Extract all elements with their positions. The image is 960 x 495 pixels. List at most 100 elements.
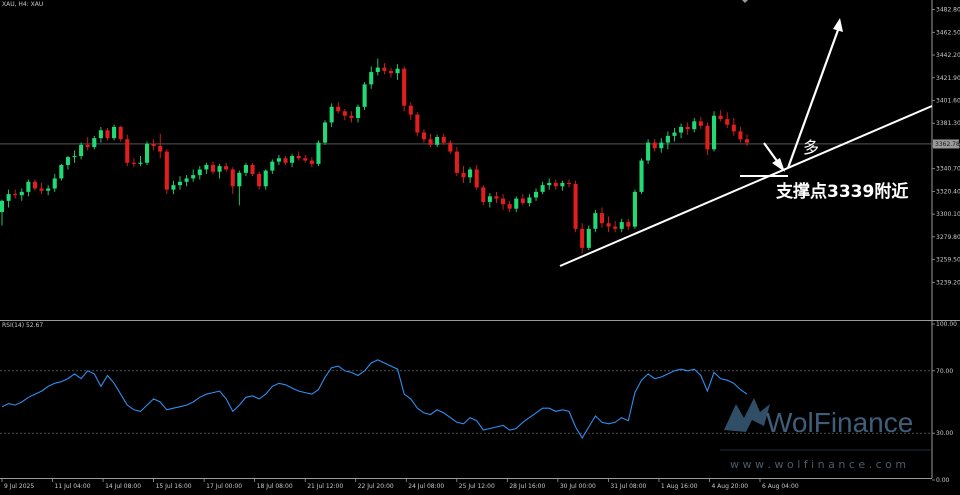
- candle-bear: [507, 204, 512, 209]
- candle-bull: [217, 166, 222, 172]
- candle-bull: [672, 132, 677, 136]
- candle-bear: [151, 143, 156, 146]
- time-tick-label: 15 Jul 16:00: [156, 483, 192, 490]
- candle-bear: [731, 124, 736, 132]
- price-tick-label: 3421.90: [936, 75, 960, 82]
- watermark-brand: WolFinance: [766, 407, 913, 438]
- candle-bear: [210, 164, 216, 172]
- candle-bear: [224, 166, 229, 170]
- time-tick-label: 6 Aug 04:00: [762, 483, 799, 490]
- candle-bull: [395, 68, 400, 74]
- candle-bull: [46, 188, 51, 191]
- candle-bull: [533, 191, 539, 198]
- candle-bear: [501, 198, 506, 205]
- candle-bear: [494, 196, 499, 199]
- time-tick-label: 21 Jul 12:00: [307, 483, 343, 490]
- candle-bear: [125, 139, 130, 163]
- candle-bull: [92, 138, 97, 148]
- candle-bear: [131, 162, 136, 164]
- trading-chart[interactable]: XAU, H4: XAU 3482.80 3462.50 3442.20 3421.9…: [0, 0, 960, 491]
- rsi-tick-label: 0.00: [936, 477, 950, 484]
- candle-bull: [171, 185, 176, 190]
- candle-bull: [632, 191, 637, 227]
- candle-bull: [540, 185, 545, 192]
- candle-bull: [276, 158, 281, 162]
- candle-bear: [580, 228, 585, 248]
- candle-bull: [711, 115, 717, 150]
- price-tick-label: 3239.20: [936, 279, 960, 286]
- time-tick-label: 31 Jul 08:00: [610, 483, 646, 490]
- candle-bull: [65, 157, 70, 165]
- candle-bull: [72, 156, 77, 158]
- time-tick-label: 30 Jul 00:00: [560, 483, 596, 490]
- candle-bull: [19, 191, 24, 196]
- rsi-tick-label: 100.00: [936, 321, 957, 328]
- candle-bull: [98, 130, 103, 139]
- candle-bear: [520, 198, 525, 204]
- time-tick-label: 1 Aug 16:00: [661, 483, 698, 490]
- candle-bear: [461, 172, 466, 178]
- candle-bull: [679, 126, 684, 133]
- candle-bear: [566, 182, 572, 185]
- candle-bear: [39, 188, 44, 191]
- candle-bull: [6, 194, 11, 201]
- candle-bull: [323, 122, 328, 143]
- price-tick-label: 3259.50: [936, 257, 960, 264]
- price-tick-label: 3401.60: [936, 98, 960, 105]
- candle-bear: [428, 139, 433, 145]
- candle-bear: [481, 187, 486, 202]
- time-tick-label: 9 Jul 2025: [4, 483, 34, 490]
- candle-bear: [342, 111, 347, 116]
- candle-bull: [665, 135, 670, 143]
- candle-bull: [263, 170, 268, 187]
- candle-bear: [250, 164, 255, 174]
- candle-bear: [744, 139, 750, 143]
- price-tick-label: 3462.50: [936, 29, 960, 36]
- price-tick-label: 3482.80: [936, 7, 960, 14]
- candle-bull: [692, 121, 697, 130]
- candle-bear: [336, 106, 341, 112]
- support-label: 支撑点3339附近: [776, 181, 908, 202]
- candle-bull: [197, 169, 202, 176]
- price-tick-label: 3442.20: [936, 52, 960, 59]
- current-price-label: 3362.78: [935, 141, 960, 148]
- candle-bear: [415, 114, 420, 133]
- candle-bull: [369, 72, 374, 85]
- candle-bull: [59, 164, 64, 179]
- candle-bear: [158, 145, 163, 152]
- candle-bear: [382, 67, 387, 71]
- candle-bull: [435, 137, 440, 145]
- rsi-label: RSI(14) 52.67: [2, 322, 43, 329]
- candle-bear: [613, 226, 618, 229]
- candle-bull: [586, 228, 591, 248]
- candle-bull: [560, 182, 565, 187]
- rsi-tick-label: 70.00: [936, 368, 953, 375]
- candle-bear: [283, 158, 288, 163]
- candle-bear: [698, 121, 703, 126]
- candle-bear: [573, 184, 578, 229]
- candle-bear: [626, 222, 631, 227]
- time-tick-label: 22 Jul 20:00: [358, 483, 394, 490]
- candle-bear: [85, 144, 90, 148]
- candle-bull: [362, 84, 367, 107]
- candle-bull: [112, 126, 117, 139]
- candle-bear: [652, 142, 657, 149]
- candle-bull: [329, 106, 334, 123]
- candle-bull: [0, 200, 5, 213]
- candle-bull: [375, 67, 380, 73]
- candle-bull: [355, 106, 361, 118]
- candle-bear: [738, 131, 743, 140]
- candle-bear: [454, 151, 459, 173]
- candle-bear: [349, 115, 354, 118]
- candle-bear: [408, 105, 413, 115]
- candle-bull: [646, 142, 651, 161]
- candle-bear: [474, 169, 479, 188]
- candle-bull: [138, 162, 143, 164]
- candle-bear: [553, 182, 558, 187]
- candle-bull: [659, 142, 664, 149]
- price-tick-label: 3320.40: [936, 188, 960, 195]
- candle-bull: [316, 142, 321, 164]
- rsi-tick-label: 30.00: [936, 430, 953, 437]
- candle-bear: [257, 173, 262, 187]
- candle-bull: [547, 182, 552, 186]
